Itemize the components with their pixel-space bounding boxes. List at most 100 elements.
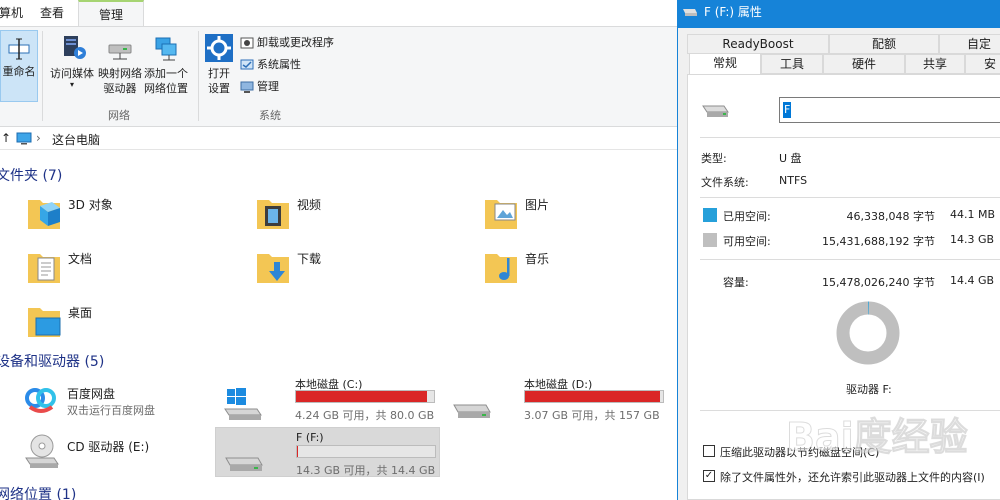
open-settings-label-2: 设置: [208, 82, 230, 95]
breadcrumb-this-pc[interactable]: 这台电脑: [52, 131, 100, 148]
capacity-label: 容量:: [723, 276, 749, 289]
drive-name: F (F:): [296, 431, 324, 444]
folder-documents[interactable]: 文档: [26, 248, 236, 294]
used-space-swatch: [703, 208, 717, 222]
folder-label: 音乐: [525, 252, 550, 266]
dialog-title: F (F:) 属性: [704, 5, 762, 19]
uninstall-programs-button[interactable]: 卸载或更改程序: [240, 33, 334, 53]
access-media-label: 访问媒体: [50, 67, 94, 80]
folders-section-header[interactable]: 文件夹 (7): [0, 165, 62, 185]
tab-tools[interactable]: 工具: [761, 54, 823, 74]
filesystem-label: 文件系统:: [701, 176, 749, 189]
tab-general[interactable]: 常规: [689, 53, 761, 75]
desktop-folder-icon: [28, 308, 61, 337]
tab-manage[interactable]: 管理: [78, 0, 144, 26]
free-space-ring: [836, 301, 900, 365]
index-checkbox[interactable]: ✓: [703, 470, 715, 482]
breadcrumb-chevron-icon: ›: [36, 131, 41, 145]
drive-letter-label: 驱动器 F:: [846, 383, 892, 396]
used-space-bytes: 46,338,048 字节: [846, 210, 935, 223]
3d-objects-icon: [28, 200, 60, 229]
divider: [700, 197, 1000, 198]
map-drive-label-2: 驱动器: [103, 82, 137, 95]
music-folder-icon: [485, 254, 517, 283]
network-location-icon: [155, 37, 177, 61]
drive-usage-fill: [296, 391, 427, 402]
type-value: U 盘: [779, 152, 802, 165]
access-media-button[interactable]: 访问媒体 ▾: [46, 33, 98, 89]
folder-downloads[interactable]: 下载: [255, 248, 465, 294]
rename-button[interactable]: 重命名: [0, 35, 38, 79]
index-label[interactable]: 除了文件属性外，还允许索引此驱动器上文件的内容(I): [720, 469, 985, 485]
drive-free-text: 3.07 GB 可用，共 157 GB: [524, 409, 660, 422]
usb-drive-icon: [225, 457, 263, 471]
folder-label: 图片: [525, 198, 550, 212]
drive-d[interactable]: 本地磁盘 (D:) 3.07 GB 可用，共 157 GB: [444, 373, 669, 423]
baidu-label: 百度网盘: [67, 387, 116, 401]
tab-computer[interactable]: 算机: [0, 0, 26, 26]
folder-desktop[interactable]: 桌面: [26, 302, 236, 348]
compress-checkbox[interactable]: [703, 445, 715, 457]
folder-3d-objects[interactable]: 3D 对象: [26, 194, 236, 240]
drive-f[interactable]: F (F:) 14.3 GB 可用，共 14.4 GB: [215, 427, 440, 477]
free-space-swatch: [703, 233, 717, 247]
group-label-system: 系统: [259, 109, 281, 122]
drive-title-icon: [683, 9, 697, 16]
tab-customize[interactable]: 自定: [939, 34, 1000, 54]
usb-drive-large-icon: [702, 105, 729, 117]
cd-drive-label: CD 驱动器 (E:): [67, 440, 150, 454]
used-space-size: 44.1 MB: [950, 208, 996, 221]
tab-sharing[interactable]: 共享: [905, 54, 965, 74]
folder-label: 桌面: [68, 306, 93, 320]
group-label-network: 网络: [108, 109, 130, 122]
system-properties-icon: [240, 59, 254, 70]
drive-usage-bar: [524, 390, 664, 403]
settings-gear-icon: [205, 34, 233, 62]
dropdown-arrow-icon: ▾: [69, 80, 74, 89]
address-bar[interactable]: ↑ › 这台电脑: [0, 128, 680, 150]
uninstall-label: 卸载或更改程序: [257, 36, 334, 49]
cd-drive-e[interactable]: CD 驱动器 (E:): [24, 432, 234, 478]
baidu-watermark-logo: Bai度经验: [786, 415, 969, 460]
drive-c[interactable]: 本地磁盘 (C:) 4.24 GB 可用，共 80.0 GB: [215, 373, 440, 423]
add-network-location-button[interactable]: 添加一个 网络位置: [142, 33, 190, 96]
baidu-jingyan-watermark: Bai度经验: [782, 408, 992, 471]
drive-usage-fill: [525, 391, 661, 402]
divider: [700, 259, 1000, 260]
map-drive-button[interactable]: 映射网络 驱动器: [96, 33, 144, 96]
up-arrow-icon[interactable]: ↑: [1, 131, 11, 145]
filesystem-value: NTFS: [779, 174, 808, 187]
drive-usage-bar: [296, 445, 436, 458]
tab-quota[interactable]: 配额: [829, 34, 939, 54]
drive-name-input[interactable]: F: [779, 97, 1000, 123]
manage-button[interactable]: 管理: [240, 77, 279, 97]
open-settings-button[interactable]: 打开 设置: [202, 33, 236, 96]
system-properties-button[interactable]: 系统属性: [240, 55, 301, 75]
tab-readyboost[interactable]: ReadyBoost: [687, 34, 829, 54]
baidu-sub: 双击运行百度网盘: [67, 404, 155, 417]
programs-icon: [240, 37, 254, 49]
capacity-size: 14.4 GB: [950, 274, 995, 287]
divider: [700, 137, 1000, 138]
used-space-label: 已用空间:: [723, 210, 771, 223]
baidu-netdisk[interactable]: 百度网盘 双击运行百度网盘: [24, 383, 234, 429]
devices-section-header[interactable]: 设备和驱动器 (5): [0, 351, 104, 371]
drive-name-value: F: [783, 102, 792, 118]
network-section-header[interactable]: 网络位置 (1): [0, 484, 76, 500]
computer-management-icon: [240, 81, 254, 93]
ribbon-separator: [198, 31, 199, 121]
tab-security[interactable]: 安: [965, 54, 1000, 74]
folder-pictures[interactable]: 图片: [483, 194, 693, 240]
system-properties-label: 系统属性: [257, 58, 301, 71]
cd-drive-icon: [25, 434, 59, 468]
add-location-label-2: 网络位置: [144, 82, 188, 95]
folder-videos[interactable]: 视频: [255, 194, 465, 240]
tab-hardware[interactable]: 硬件: [823, 54, 905, 74]
tab-view[interactable]: 查看: [30, 0, 74, 26]
free-space-size: 14.3 GB: [950, 233, 995, 246]
this-pc-icon: [16, 132, 32, 145]
folder-music[interactable]: 音乐: [483, 248, 693, 294]
free-space-bytes: 15,431,688,192 字节: [822, 235, 935, 248]
windows-drive-icon: [224, 388, 262, 420]
dialog-title-bar[interactable]: F (F:) 属性: [678, 0, 1000, 28]
